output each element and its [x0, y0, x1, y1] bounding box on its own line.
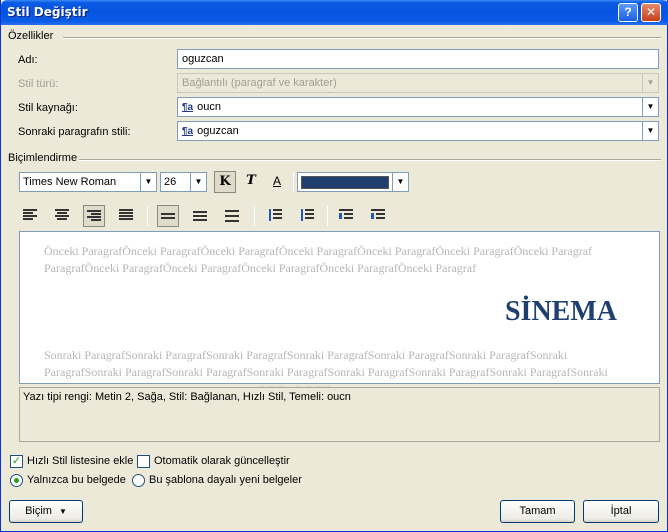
based-on-label: Stil kaynağı: — [18, 102, 78, 114]
paragraph-style-icon: ¶a — [182, 102, 194, 113]
style-description-text: Yazı tipi rengi: Metin 2, Sağa, Stil: Ba… — [23, 391, 351, 403]
quick-style-label[interactable]: Hızlı Stil listesine ekle — [27, 455, 133, 467]
chevron-down-icon[interactable]: ▼ — [392, 173, 408, 191]
only-this-document-radio[interactable] — [10, 474, 23, 487]
new-documents-radio[interactable] — [132, 474, 145, 487]
style-description: Yazı tipi rengi: Metin 2, Sağa, Stil: Ba… — [19, 387, 660, 442]
name-input[interactable]: oguzcan — [177, 49, 659, 69]
close-button[interactable]: ✕ — [641, 3, 661, 22]
chevron-down-icon[interactable]: ▼ — [642, 98, 658, 116]
properties-section-label: Özellikler — [8, 30, 54, 42]
font-color-swatch — [301, 176, 389, 189]
new-documents-label[interactable]: Bu şablona dayalı yeni belgeler — [149, 474, 302, 486]
italic-button[interactable]: T — [240, 171, 262, 193]
bold-button[interactable]: K — [214, 171, 236, 193]
decrease-indent-icon[interactable] — [335, 205, 357, 227]
formatting-divider — [79, 159, 661, 161]
style-dialog: Stil Değiştir ? ✕ Özellikler Adı: oguzca… — [0, 0, 668, 532]
chevron-down-icon[interactable]: ▼ — [642, 122, 658, 140]
dialog-title: Stil Değiştir — [7, 5, 88, 19]
style-type-label: Stil türü: — [18, 78, 59, 90]
next-paragraph-text-1: Sonraki ParagrafSonraki ParagrafSonraki … — [44, 348, 568, 362]
auto-update-checkbox[interactable] — [137, 455, 150, 468]
space-after-icon[interactable] — [296, 205, 318, 227]
based-on-value: oucn — [197, 101, 221, 113]
auto-update-label[interactable]: Otomatik olarak güncelleştir — [154, 455, 290, 467]
one-half-spacing-icon[interactable] — [189, 205, 211, 227]
chevron-down-icon[interactable]: ▼ — [140, 173, 156, 191]
single-spacing-icon[interactable] — [157, 205, 179, 227]
name-input-value: oguzcan — [182, 53, 224, 65]
paragraph-style-icon: ¶a — [182, 126, 194, 137]
format-button-label: Biçim — [25, 505, 52, 517]
double-spacing-icon[interactable] — [221, 205, 243, 227]
based-on-select[interactable]: ¶a oucn ▼ — [177, 97, 659, 117]
quick-style-checkbox[interactable]: ✓ — [10, 455, 23, 468]
next-style-select[interactable]: ¶a oguzcan ▼ — [177, 121, 659, 141]
next-style-label: Sonraki paragrafın stili: — [18, 126, 131, 138]
font-color-select[interactable]: ▼ — [297, 172, 409, 192]
cancel-button[interactable]: İptal — [583, 500, 659, 523]
previous-paragraph-text-1: Önceki ParagrafÖnceki ParagrafÖnceki Par… — [44, 244, 593, 258]
font-size-value: 26 — [164, 176, 177, 188]
toolbar-separator — [254, 206, 255, 226]
name-label: Adı: — [18, 54, 38, 66]
style-type-value: Bağlantılı (paragraf ve karakter) — [182, 77, 337, 89]
preview-sample-text: SİNEMA — [504, 296, 617, 327]
style-preview: Önceki ParagrafÖnceki ParagrafÖnceki Par… — [19, 231, 660, 384]
toolbar-separator — [147, 206, 148, 226]
chevron-down-icon: ▼ — [642, 74, 658, 92]
style-type-select: Bağlantılı (paragraf ve karakter) ▼ — [177, 73, 659, 93]
chevron-down-icon[interactable]: ▼ — [190, 173, 206, 191]
formatting-section-label: Biçimlendirme — [8, 152, 78, 164]
space-before-icon[interactable] — [264, 205, 286, 227]
toolbar-separator — [293, 172, 294, 192]
dropdown-arrow-icon: ▼ — [59, 507, 67, 516]
next-style-value: oguzcan — [197, 125, 239, 137]
next-paragraph-text-2: ParagrafSonraki ParagrafSonraki Paragraf… — [44, 365, 608, 379]
help-button[interactable]: ? — [618, 3, 638, 22]
font-name-value: Times New Roman — [23, 176, 117, 188]
format-button[interactable]: Biçim ▼ — [9, 500, 83, 523]
previous-paragraph-text-2: ParagrafÖnceki ParagrafÖnceki ParagrafÖn… — [44, 261, 477, 275]
title-bar[interactable]: Stil Değiştir ? ✕ — [1, 0, 668, 25]
only-this-document-label[interactable]: Yalnızca bu belgede — [27, 474, 126, 486]
font-name-select[interactable]: Times New Roman ▼ — [19, 172, 157, 192]
increase-indent-icon[interactable] — [367, 205, 389, 227]
justify-icon[interactable] — [115, 205, 137, 227]
align-right-icon[interactable] — [83, 205, 105, 227]
properties-divider — [63, 37, 661, 39]
ok-button[interactable]: Tamam — [500, 500, 575, 523]
font-size-select[interactable]: 26 ▼ — [160, 172, 207, 192]
align-left-icon[interactable] — [19, 205, 41, 227]
underline-button[interactable]: A — [266, 171, 288, 193]
toolbar-separator — [327, 206, 328, 226]
align-center-icon[interactable] — [51, 205, 73, 227]
